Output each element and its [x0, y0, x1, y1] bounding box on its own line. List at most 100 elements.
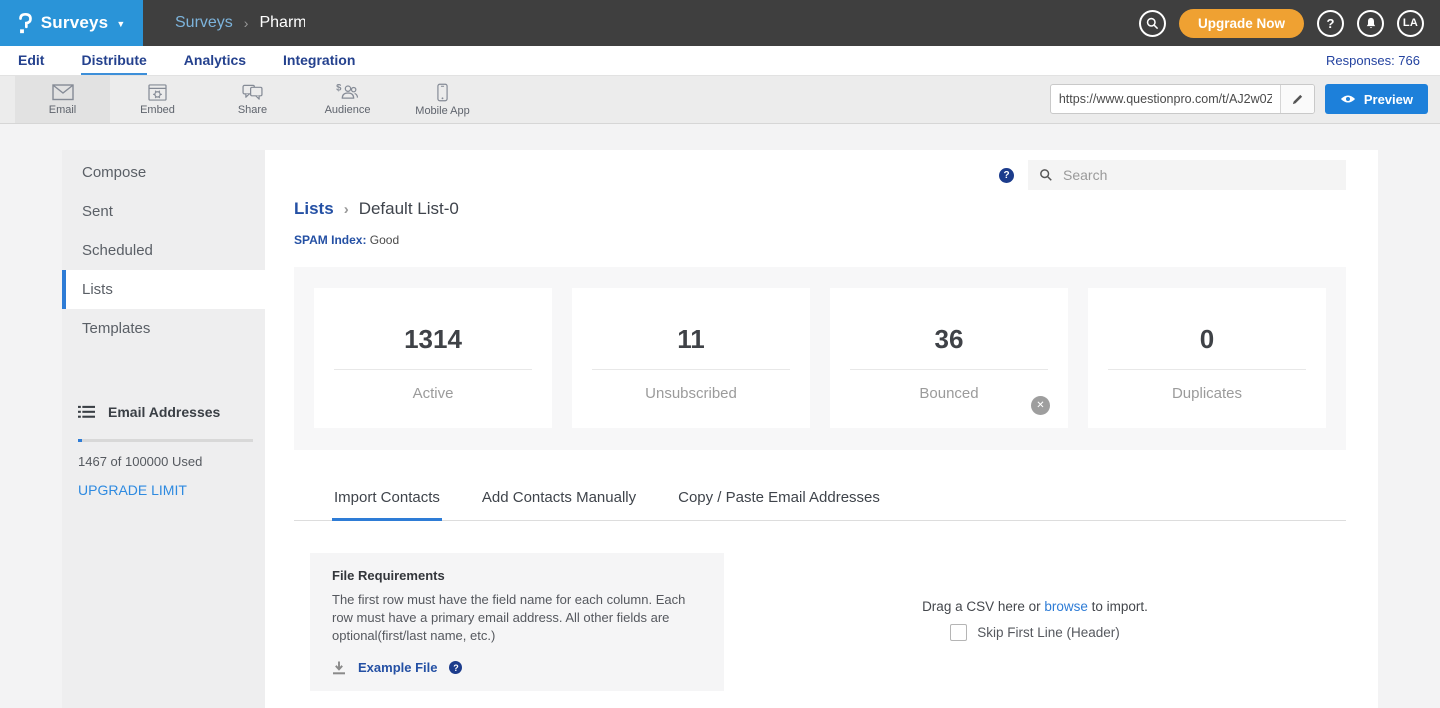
- download-icon: [332, 661, 346, 675]
- browse-link[interactable]: browse: [1044, 599, 1088, 614]
- tab-distribute[interactable]: Distribute: [81, 46, 146, 75]
- tab-analytics[interactable]: Analytics: [184, 46, 246, 75]
- stat-label: Unsubscribed: [645, 385, 737, 402]
- main-top-row: ?: [294, 160, 1346, 190]
- current-list-name: Default List-0: [359, 199, 459, 219]
- divider: [1108, 369, 1306, 370]
- user-avatar[interactable]: LA: [1397, 10, 1424, 37]
- divider: [592, 369, 790, 370]
- questionpro-logo-icon: [18, 11, 33, 36]
- search-icon: [1039, 168, 1053, 182]
- survey-url-input[interactable]: [1051, 92, 1280, 106]
- drag-text-suffix: to import.: [1088, 599, 1148, 614]
- divider: [850, 369, 1048, 370]
- stat-label: Bounced: [919, 385, 978, 402]
- audience-icon: $: [336, 83, 359, 101]
- tab-integration[interactable]: Integration: [283, 46, 355, 75]
- list-stats-panel: 1314 Active 11 Unsubscribed 36 Bounced: [294, 267, 1346, 450]
- stat-value: 11: [677, 324, 705, 355]
- email-icon: [52, 84, 74, 101]
- toolbar-item-label: Embed: [140, 104, 175, 116]
- breadcrumb: Surveys › Pharma: [175, 14, 305, 32]
- preview-label: Preview: [1364, 92, 1413, 107]
- toolbar-item-label: Email: [49, 104, 77, 116]
- toolbar-item-embed[interactable]: Embed: [110, 76, 205, 123]
- stat-card-active: 1314 Active: [314, 288, 552, 428]
- spam-index: SPAM Index: Good: [294, 233, 1346, 247]
- close-icon: ✕: [1036, 400, 1044, 411]
- example-file-help-icon[interactable]: ?: [449, 661, 462, 674]
- product-name: Surveys: [41, 13, 109, 33]
- stat-card-unsubscribed: 11 Unsubscribed: [572, 288, 810, 428]
- edit-url-button[interactable]: [1280, 85, 1314, 113]
- email-sidebar: Compose Sent Scheduled Lists Templates: [62, 150, 265, 708]
- divider: [334, 369, 532, 370]
- breadcrumb-survey-name: Pharma: [259, 14, 305, 32]
- contact-tabs: Import Contacts Add Contacts Manually Co…: [294, 480, 1346, 521]
- help-button[interactable]: ?: [1317, 10, 1344, 37]
- preview-button[interactable]: Preview: [1325, 84, 1428, 114]
- usage-progress-fill: [78, 439, 82, 442]
- search-help-icon[interactable]: ?: [999, 168, 1014, 183]
- eye-icon: [1340, 94, 1356, 104]
- sidebar-item-compose[interactable]: Compose: [62, 153, 265, 192]
- lists-link[interactable]: Lists: [294, 199, 334, 219]
- survey-nav: Edit Distribute Analytics Integration Re…: [0, 46, 1440, 76]
- tab-add-contacts-manually[interactable]: Add Contacts Manually: [480, 480, 638, 521]
- tab-copy-paste-email-addresses[interactable]: Copy / Paste Email Addresses: [676, 480, 882, 521]
- bell-icon: [1365, 17, 1377, 30]
- skip-first-line-checkbox[interactable]: [950, 624, 967, 641]
- breadcrumb-separator-icon: ›: [244, 15, 249, 31]
- notifications-button[interactable]: [1357, 10, 1384, 37]
- csv-drop-area[interactable]: Drag a CSV here or browse to import. Ski…: [724, 553, 1346, 691]
- search-button[interactable]: [1139, 10, 1166, 37]
- stat-label: Active: [413, 385, 454, 402]
- toolbar-item-mobile-app[interactable]: Mobile App: [395, 76, 490, 123]
- toolbar-item-share[interactable]: Share: [205, 76, 300, 123]
- tab-import-contacts[interactable]: Import Contacts: [332, 480, 442, 521]
- drag-csv-text: Drag a CSV here or browse to import.: [922, 599, 1148, 614]
- list-icon: [78, 405, 95, 419]
- screen: Surveys ▼ Surveys › Pharma Upgrade Now ?: [0, 0, 1440, 688]
- topbar-actions: Upgrade Now ? LA: [1139, 9, 1440, 38]
- drag-text-prefix: Drag a CSV here or: [922, 599, 1044, 614]
- survey-url-box: [1050, 84, 1315, 114]
- skip-first-line-label[interactable]: Skip First Line (Header): [977, 625, 1120, 640]
- example-file-link[interactable]: Example File: [358, 660, 437, 675]
- help-icon: ?: [1327, 16, 1335, 31]
- tab-edit[interactable]: Edit: [18, 46, 44, 75]
- upgrade-limit-link[interactable]: UPGRADE LIMIT: [78, 482, 253, 498]
- list-breadcrumb: Lists › Default List-0: [294, 199, 1346, 219]
- toolbar-item-email[interactable]: Email: [15, 76, 110, 123]
- mobile-app-icon: [437, 83, 448, 102]
- distribute-toolbar: Email Embed: [0, 76, 1440, 124]
- email-addresses-section: Email Addresses 1467 of 100000 Used UPGR…: [62, 404, 265, 498]
- product-switcher[interactable]: Surveys ▼: [0, 0, 143, 46]
- stat-value: 0: [1200, 324, 1214, 355]
- survey-nav-tabs: Edit Distribute Analytics Integration: [18, 46, 355, 75]
- content-card: Compose Sent Scheduled Lists Templates: [62, 150, 1378, 708]
- lists-main: ? Lists › Default List-0: [265, 150, 1378, 708]
- sidebar-item-sent[interactable]: Sent: [62, 192, 265, 231]
- upgrade-now-button[interactable]: Upgrade Now: [1179, 9, 1304, 38]
- toolbar-item-audience[interactable]: $ Audience: [300, 76, 395, 123]
- pencil-icon: [1291, 93, 1304, 106]
- toolbar-item-label: Share: [238, 104, 267, 116]
- stat-label: Duplicates: [1172, 385, 1242, 402]
- toolbar-item-label: Mobile App: [415, 105, 469, 117]
- breadcrumb-surveys-link[interactable]: Surveys: [175, 14, 233, 32]
- sidebar-item-scheduled[interactable]: Scheduled: [62, 231, 265, 270]
- spam-index-label[interactable]: SPAM Index:: [294, 233, 366, 247]
- embed-icon: [148, 84, 167, 101]
- sidebar-item-templates[interactable]: Templates: [62, 309, 265, 348]
- sidebar-item-lists[interactable]: Lists: [62, 270, 265, 309]
- search-icon: [1146, 17, 1159, 30]
- skip-first-line-row: Skip First Line (Header): [950, 624, 1120, 641]
- clear-bounced-button[interactable]: ✕: [1031, 396, 1050, 415]
- search-input[interactable]: [1061, 166, 1335, 184]
- stat-card-duplicates: 0 Duplicates: [1088, 288, 1326, 428]
- toolbar-item-label: Audience: [325, 104, 371, 116]
- stat-card-bounced: 36 Bounced ✕: [830, 288, 1068, 428]
- file-requirements-box: File Requirements The first row must hav…: [310, 553, 724, 691]
- top-bar: Surveys ▼ Surveys › Pharma Upgrade Now ?: [0, 0, 1440, 46]
